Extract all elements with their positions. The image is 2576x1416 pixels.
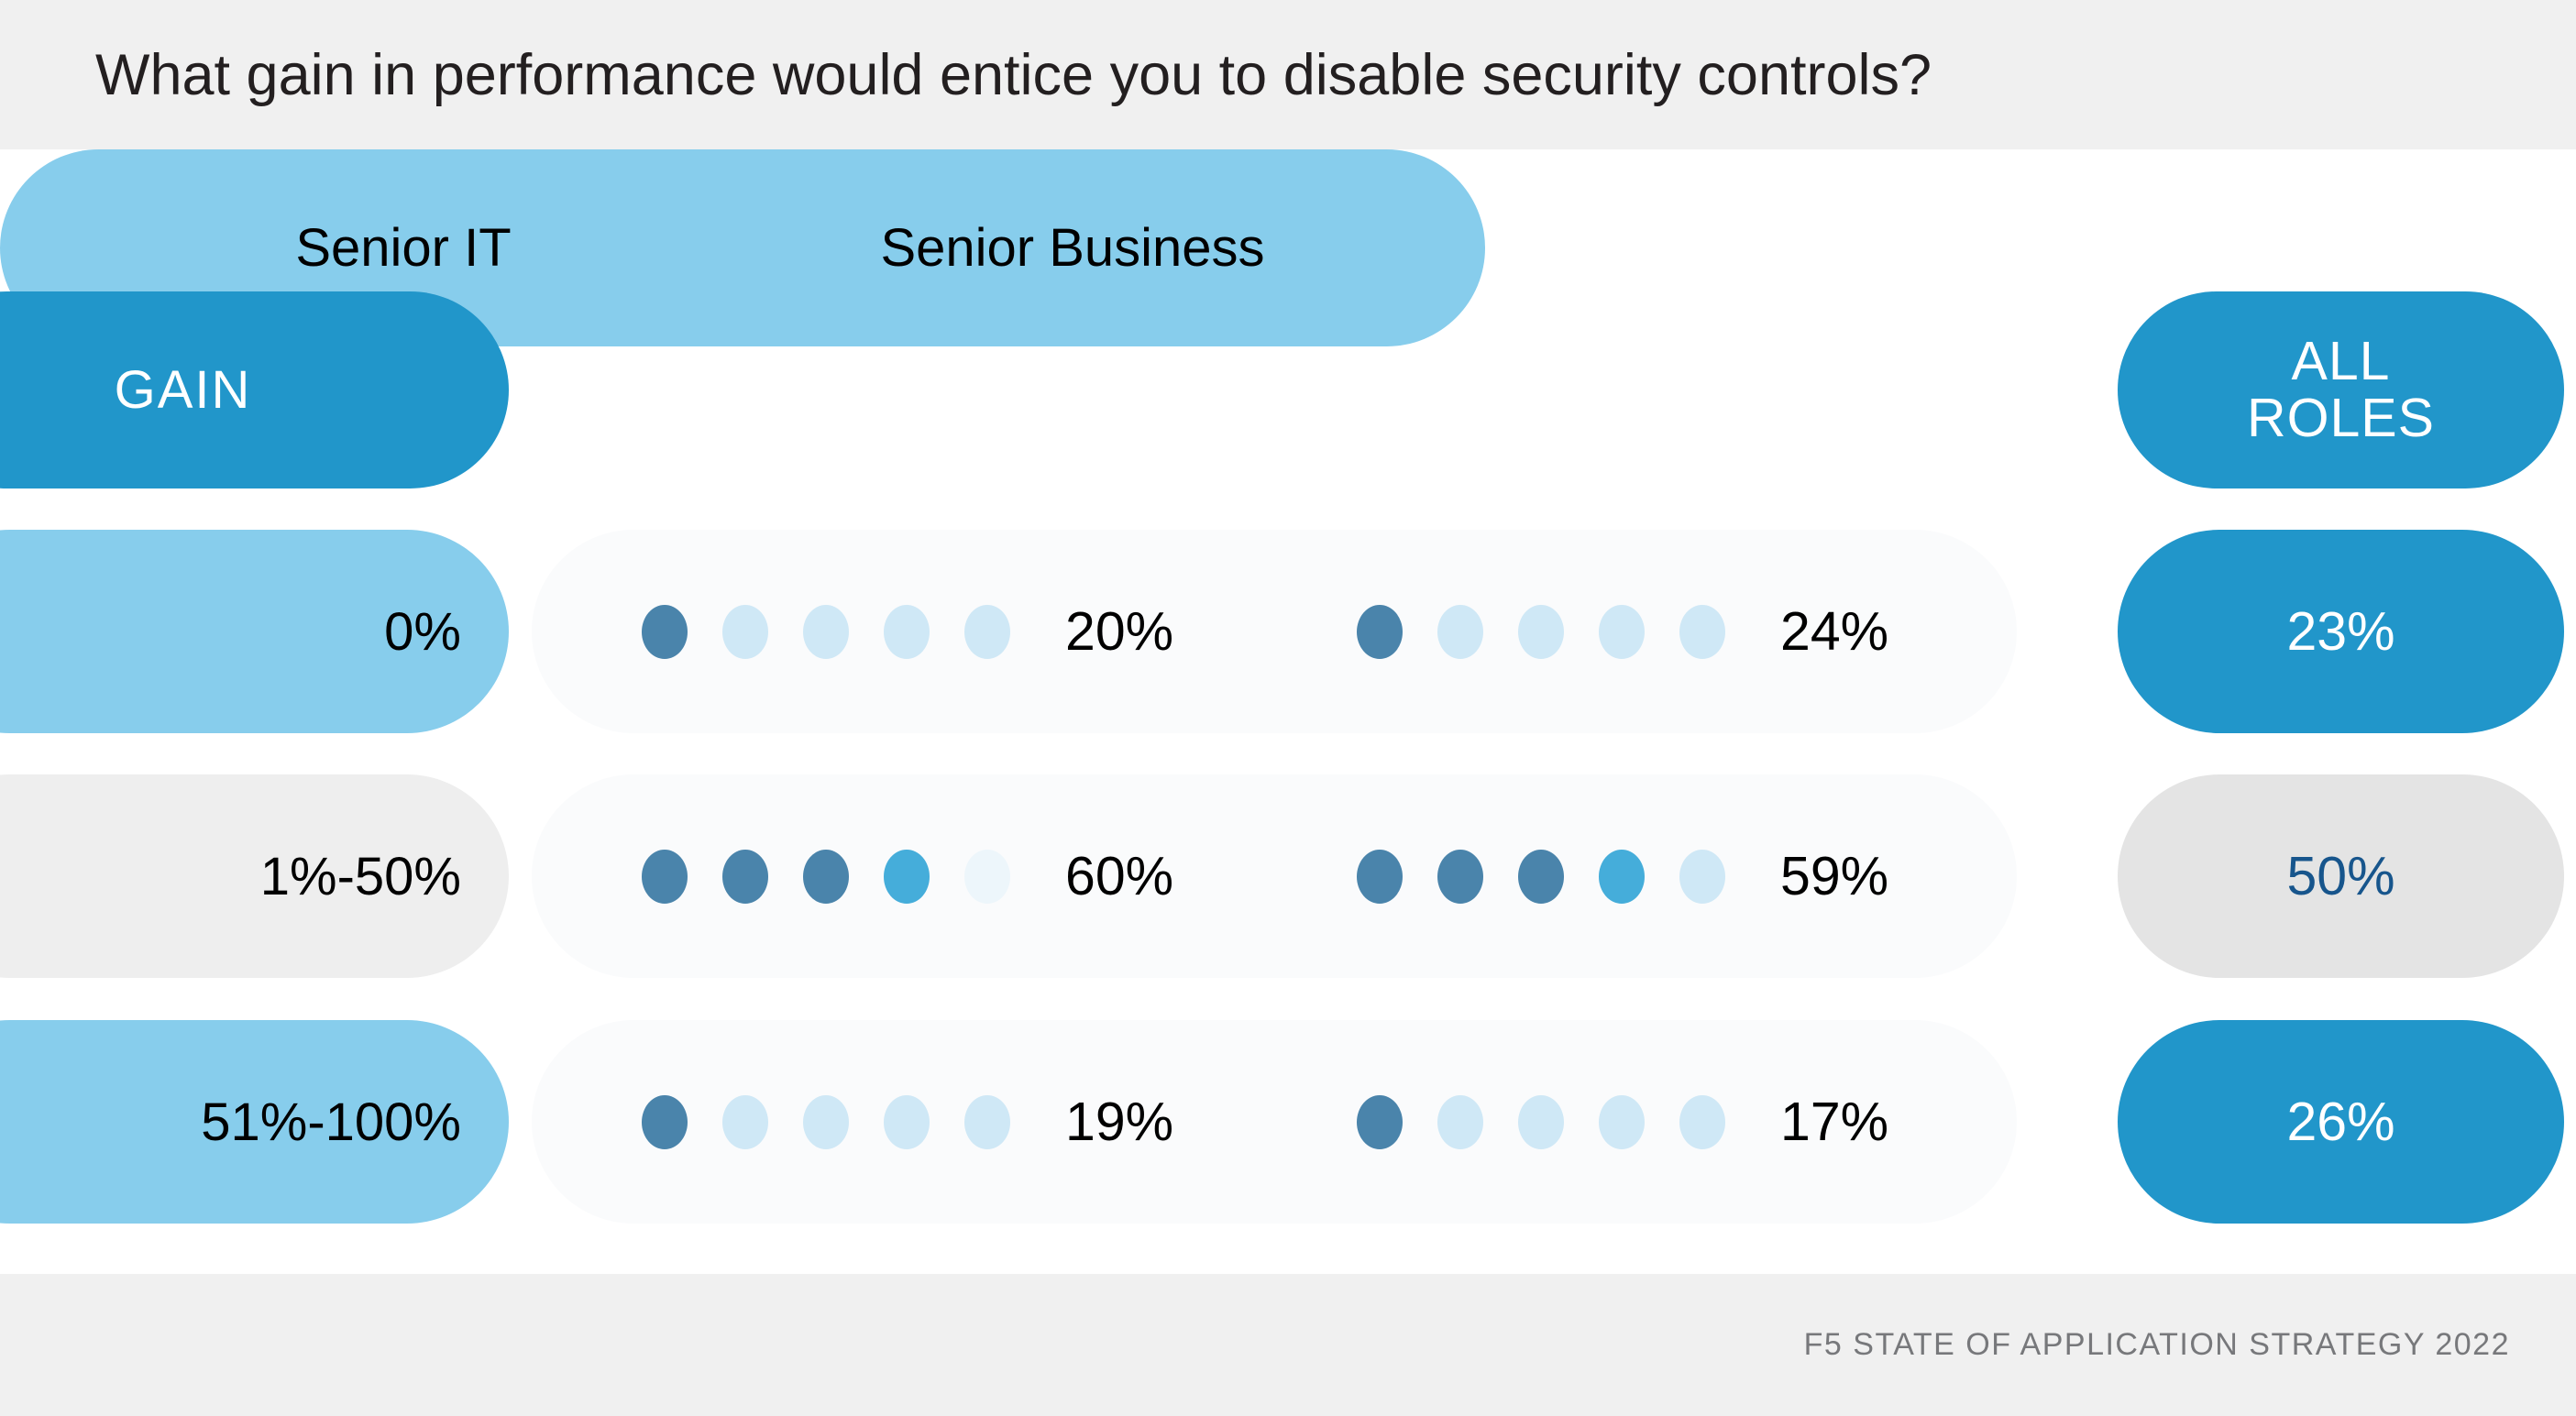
- column-header-senior-it: Senior IT: [295, 218, 512, 278]
- dot-filled: [642, 849, 688, 904]
- dot-filled: [1357, 849, 1403, 904]
- data-row-0: 20% 24%: [532, 530, 2017, 733]
- dot-empty: [803, 604, 849, 659]
- all-roles-value-pill-row-2: 26%: [2118, 1020, 2564, 1224]
- chart-body: GAIN 0% 1%-50% 51%-100% Senior IT Senior…: [0, 149, 2576, 1274]
- dot-empty: [1599, 604, 1645, 659]
- dot-group-senior-it-row-1: 60%: [642, 774, 1173, 978]
- dot-filled: [1357, 1094, 1403, 1149]
- dot-filled: [1437, 849, 1483, 904]
- dot-empty: [722, 1094, 768, 1149]
- title-bar: What gain in performance would entice yo…: [0, 0, 2576, 149]
- header-pill-roles: Senior IT Senior Business: [0, 149, 1485, 346]
- dot-empty: [1679, 604, 1725, 659]
- all-roles-label-line1: ALL: [2291, 331, 2391, 392]
- dot-empty: [722, 604, 768, 659]
- dot-empty: [1679, 849, 1725, 904]
- category-label-row-1: 1%-50%: [259, 846, 461, 906]
- category-pill-row-1: 1%-50%: [0, 774, 509, 978]
- dot-empty: [884, 1094, 930, 1149]
- dot-group-senior-business-row-2: 17%: [1357, 1020, 1888, 1224]
- dot-empty: [964, 849, 1010, 904]
- dot-empty: [884, 604, 930, 659]
- value-senior-it-row-0: 20%: [1065, 601, 1174, 662]
- dot-empty: [803, 1094, 849, 1149]
- value-senior-business-row-1: 59%: [1780, 846, 1889, 906]
- dot-empty: [1679, 1094, 1725, 1149]
- dot-filled: [642, 604, 688, 659]
- dot-empty: [964, 604, 1010, 659]
- dot-filled: [642, 1094, 688, 1149]
- dot-empty: [1437, 604, 1483, 659]
- category-label-row-2: 51%-100%: [201, 1092, 461, 1152]
- header-gain-label: GAIN: [114, 360, 252, 420]
- dot-partial: [1599, 849, 1645, 904]
- dot-empty: [1437, 1094, 1483, 1149]
- category-pill-row-0: 0%: [0, 530, 509, 733]
- footer-attribution: F5 STATE OF APPLICATION STRATEGY 2022: [1803, 1327, 2510, 1362]
- footer-bar: F5 STATE OF APPLICATION STRATEGY 2022: [0, 1274, 2576, 1416]
- dot-group-senior-it-row-0: 20%: [642, 530, 1173, 733]
- dot-empty: [1518, 604, 1564, 659]
- value-all-roles-row-2: 26%: [2286, 1092, 2395, 1152]
- all-roles-label-line2: ROLES: [2246, 387, 2436, 448]
- category-label-row-0: 0%: [384, 601, 461, 662]
- all-roles-value-pill-row-1: 50%: [2118, 774, 2564, 978]
- dot-filled: [1357, 604, 1403, 659]
- category-pill-row-2: 51%-100%: [0, 1020, 509, 1224]
- value-all-roles-row-1: 50%: [2286, 846, 2395, 906]
- header-pill-all-roles: ALL ROLES: [2118, 291, 2564, 488]
- dot-partial: [884, 849, 930, 904]
- value-all-roles-row-0: 23%: [2286, 601, 2395, 662]
- dot-empty: [1599, 1094, 1645, 1149]
- value-senior-it-row-1: 60%: [1065, 846, 1174, 906]
- data-row-2: 19% 17%: [532, 1020, 2017, 1224]
- value-senior-business-row-0: 24%: [1780, 601, 1889, 662]
- dot-empty: [1518, 1094, 1564, 1149]
- all-roles-value-pill-row-0: 23%: [2118, 530, 2564, 733]
- data-row-1: 60% 59%: [532, 774, 2017, 978]
- page-title: What gain in performance would entice yo…: [95, 42, 1932, 107]
- dot-filled: [722, 849, 768, 904]
- value-senior-business-row-2: 17%: [1780, 1092, 1889, 1152]
- value-senior-it-row-2: 19%: [1065, 1092, 1174, 1152]
- dot-group-senior-business-row-0: 24%: [1357, 530, 1888, 733]
- dot-empty: [964, 1094, 1010, 1149]
- dot-filled: [1518, 849, 1564, 904]
- column-header-senior-business: Senior Business: [880, 218, 1265, 278]
- dot-group-senior-business-row-1: 59%: [1357, 774, 1888, 978]
- dot-filled: [803, 849, 849, 904]
- dot-group-senior-it-row-2: 19%: [642, 1020, 1173, 1224]
